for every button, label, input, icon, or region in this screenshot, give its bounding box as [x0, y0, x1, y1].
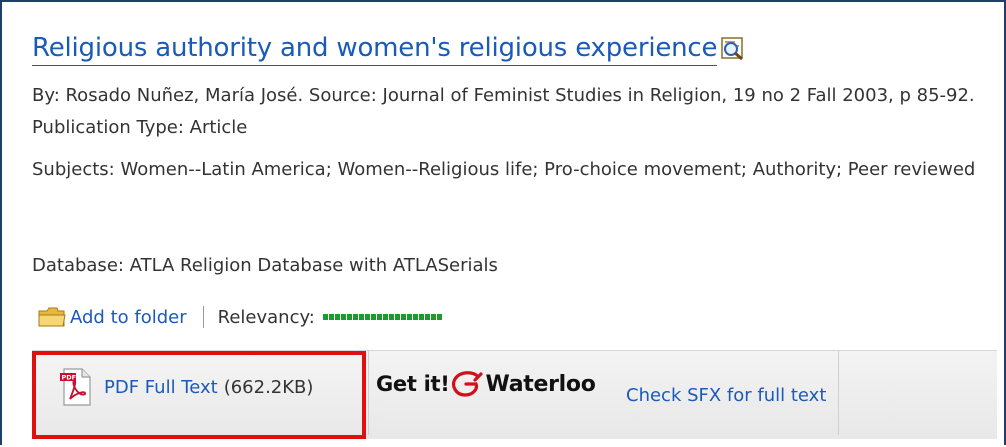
pdf-file-size: (662.2KB) [223, 376, 314, 398]
relevancy-segment [424, 314, 430, 320]
relevancy-segment [436, 314, 442, 320]
relevancy-segment [328, 314, 334, 320]
relevancy-segment [370, 314, 376, 320]
link-divider [368, 351, 369, 435]
add-to-folder-link[interactable]: Add to folder [70, 307, 187, 328]
relevancy-segment [382, 314, 388, 320]
pdf-full-text-link[interactable]: PDF Full Text [104, 377, 218, 398]
relevancy-segment [364, 314, 370, 320]
pdf-full-text-box[interactable]: PDF PDF Full Text (662.2KB) [32, 351, 366, 439]
getit-waterloo-logo[interactable]: Get it! Waterloo [376, 369, 596, 399]
getit-label: Get it! [376, 372, 450, 396]
action-separator [202, 306, 204, 328]
relevancy-segment [388, 314, 394, 320]
relevancy-label: Relevancy: [217, 306, 315, 328]
article-title-link[interactable]: Religious authority and women's religiou… [32, 31, 718, 66]
relevancy-segment [418, 314, 424, 320]
check-sfx-link[interactable]: Check SFX for full text [626, 385, 826, 406]
relevancy-meter [322, 314, 442, 320]
title-row: Religious authority and women's religiou… [32, 28, 749, 68]
database-text: Database: ATLA Religion Database with AT… [32, 255, 498, 276]
full-text-link-bar: PDF PDF Full Text (662.2KB) Get it! Wate… [32, 350, 997, 439]
relevancy-segment [412, 314, 418, 320]
citation-text: By: Rosado Nuñez, María José. Source: Jo… [32, 85, 975, 138]
relevancy-segment [352, 314, 358, 320]
relevancy-segment [430, 314, 436, 320]
relevancy-segment [394, 314, 400, 320]
record-actions: Add to folder Relevancy: [38, 306, 442, 328]
relevancy-segment [406, 314, 412, 320]
pdf-icon[interactable]: PDF [58, 367, 96, 407]
relevancy-segment [400, 314, 406, 320]
link-divider [838, 351, 839, 435]
relevancy-segment [346, 314, 352, 320]
subjects-text: Subjects: Women--Latin America; Women--R… [32, 159, 976, 180]
magnifier-preview-icon[interactable] [719, 35, 749, 61]
relevancy-segment [340, 314, 346, 320]
relevancy-segment [358, 314, 364, 320]
pdf-full-text-inner: PDF PDF Full Text (662.2KB) [58, 367, 313, 407]
folder-icon[interactable] [38, 306, 66, 328]
relevancy-segment [322, 314, 328, 320]
waterloo-swirl-icon [448, 369, 484, 399]
relevancy-segment [334, 314, 340, 320]
waterloo-label: Waterloo [485, 371, 596, 397]
relevancy-segment [376, 314, 382, 320]
